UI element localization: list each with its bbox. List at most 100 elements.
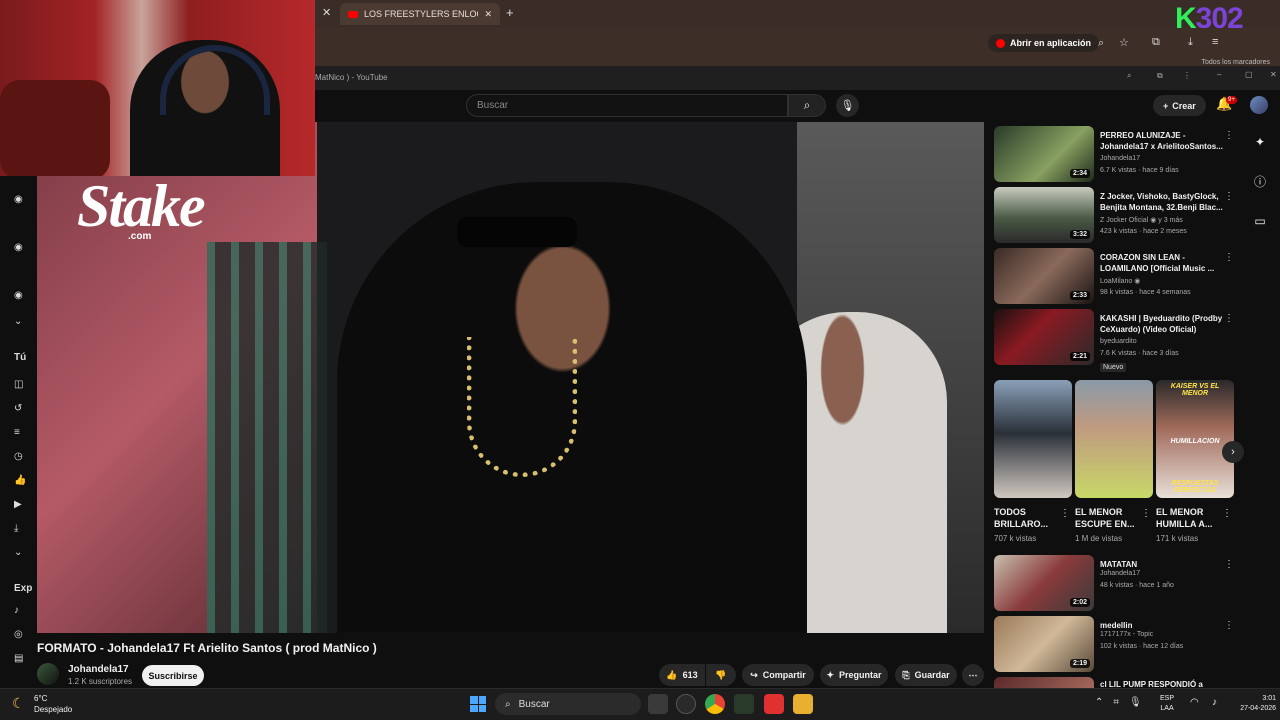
short-thumbnail[interactable]: [994, 380, 1072, 498]
short-item[interactable]: KAISER VS EL MENOR HUMILLACION RESPUESTA…: [1156, 380, 1234, 543]
video-title[interactable]: PERREO ALUNIZAJE - Johandela17 x Arielit…: [1100, 130, 1224, 152]
more-icon[interactable]: ⋮: [1222, 508, 1232, 519]
windows-start-icon[interactable]: [470, 696, 486, 712]
video-thumbnail[interactable]: 2:34: [994, 126, 1094, 182]
chevron-down-icon[interactable]: ⌄: [14, 547, 22, 558]
save-button[interactable]: ⎘ Guardar: [895, 664, 957, 686]
minimize-icon[interactable]: –: [1217, 70, 1221, 79]
youtube-icon[interactable]: [764, 694, 784, 714]
short-item[interactable]: EL MENOR ESCUPE EN... 1 M de vistas ⋮: [1075, 380, 1153, 543]
avatar[interactable]: [1250, 96, 1268, 114]
more-icon[interactable]: ⋮: [1060, 508, 1070, 519]
list-item[interactable]: 2:02 MATATAN Johandela17 48 k vistas · h…: [994, 555, 1240, 613]
downloads-icon[interactable]: ⤓: [14, 523, 18, 534]
weather-description[interactable]: Despejado: [34, 705, 72, 714]
all-bookmarks-label[interactable]: Todos los marcadores: [1202, 59, 1270, 66]
more-icon[interactable]: ⋮: [1141, 508, 1151, 519]
list-item[interactable]: 2:33 CORAZON SIN LEAN - LOAMILANO [Offic…: [994, 248, 1240, 306]
chevron-right-icon[interactable]: ›: [1222, 441, 1244, 463]
channel-name[interactable]: LoaMilano ◉: [1100, 277, 1140, 285]
voice-search-button[interactable]: 🎙: [836, 94, 859, 117]
wifi-icon[interactable]: ◠: [1190, 697, 1199, 708]
weather-temperature[interactable]: 6°C: [34, 694, 47, 703]
search-button[interactable]: ⌕: [788, 94, 826, 117]
more-icon[interactable]: ⋮: [1224, 559, 1234, 570]
short-thumbnail[interactable]: [1075, 380, 1153, 498]
sparkle-icon[interactable]: ✦: [1250, 135, 1270, 149]
mic-icon[interactable]: 🎙: [1129, 697, 1142, 708]
video-title[interactable]: MATATAN: [1100, 559, 1224, 570]
sidebar-avatar[interactable]: ◉: [14, 242, 23, 253]
watch-later-icon[interactable]: ◷: [14, 451, 23, 462]
create-button[interactable]: + Crear: [1153, 95, 1206, 116]
zoom-icon[interactable]: ⌕: [1098, 37, 1104, 50]
gaming-icon[interactable]: ◎: [14, 629, 23, 640]
channel-name[interactable]: byeduardito: [1100, 338, 1137, 345]
profile-icon[interactable]: ◫: [14, 379, 23, 390]
list-item[interactable]: cl LIL PUMP RESPONDIÓ a: [994, 677, 1240, 688]
maximize-icon[interactable]: ▢: [1245, 70, 1253, 79]
ask-button[interactable]: ✦ Preguntar: [820, 664, 888, 686]
channel-name[interactable]: Johandela17: [68, 664, 129, 675]
task-view-icon[interactable]: [648, 694, 668, 714]
folder-icon[interactable]: [793, 694, 813, 714]
star-icon[interactable]: ☆: [1119, 36, 1129, 49]
short-title[interactable]: TODOS BRILLARO...: [994, 506, 1058, 530]
video-title[interactable]: cl LIL PUMP RESPONDIÓ a: [1100, 679, 1224, 688]
language-indicator[interactable]: ESP LAA: [1160, 694, 1174, 714]
more-icon[interactable]: ⋮: [1224, 620, 1234, 631]
list-item[interactable]: 2:34 PERREO ALUNIZAJE - Johandela17 x Ar…: [994, 126, 1240, 184]
video-title[interactable]: CORAZON SIN LEAN - LOAMILANO [Official M…: [1100, 252, 1224, 274]
close-icon[interactable]: ✕: [484, 9, 492, 20]
channel-avatar[interactable]: [37, 663, 59, 685]
share-button[interactable]: ↪ Compartir: [742, 664, 814, 686]
more-icon[interactable]: ⋮: [1224, 191, 1234, 202]
video-title[interactable]: Z Jocker, Vishoko, BastyGlock, Benjita M…: [1100, 191, 1224, 213]
video-thumbnail[interactable]: 3:32: [994, 187, 1094, 243]
search-input[interactable]: Buscar: [466, 94, 788, 117]
close-icon[interactable]: ✕: [1270, 70, 1277, 79]
channel-name[interactable]: Z Jocker Oficial ◉ y 3 más: [1100, 216, 1183, 224]
video-title[interactable]: KAKASHI | Byeduardito (Prodby CeXuardo) …: [1100, 313, 1224, 335]
more-icon[interactable]: ⋮: [1224, 252, 1234, 263]
more-icon[interactable]: ⋮: [1183, 71, 1191, 80]
info-icon[interactable]: ⓘ: [1250, 173, 1270, 190]
history-icon[interactable]: ↺: [14, 403, 22, 414]
zoom-icon[interactable]: ⌕: [1127, 71, 1131, 81]
like-button[interactable]: 👍 613: [659, 664, 705, 686]
music-icon[interactable]: ♪: [14, 605, 19, 616]
chevron-up-icon[interactable]: ⌃: [1095, 697, 1103, 708]
app-icon[interactable]: [734, 694, 754, 714]
sidebar-avatar[interactable]: ◉: [14, 194, 23, 205]
chevron-down-icon[interactable]: ⌄: [14, 316, 22, 327]
video-title[interactable]: medellin: [1100, 620, 1224, 631]
new-tab-button[interactable]: +: [506, 5, 514, 20]
list-item[interactable]: 2:21 KAKASHI | Byeduardito (Prodby CeXua…: [994, 309, 1240, 372]
browser-tab[interactable]: LOS FREESTYLERS ENLOQUECI ✕: [340, 3, 500, 25]
video-thumbnail[interactable]: [994, 677, 1094, 688]
channel-name[interactable]: 1717177x - Topic: [1100, 631, 1153, 638]
list-item[interactable]: 2:19 medellin 1717177x - Topic 102 k vis…: [994, 616, 1240, 674]
chrome-icon[interactable]: [705, 694, 725, 714]
video-thumbnail[interactable]: 2:21: [994, 309, 1094, 365]
more-icon[interactable]: ⋮: [1224, 313, 1234, 324]
github-icon[interactable]: [676, 694, 696, 714]
extensions-icon[interactable]: ⧉: [1152, 36, 1160, 49]
video-thumbnail[interactable]: 2:19: [994, 616, 1094, 672]
channel-name[interactable]: Johandela17: [1100, 155, 1140, 162]
clock[interactable]: 3:01 27-04-2026: [1240, 694, 1276, 714]
volume-icon[interactable]: ♪: [1212, 697, 1217, 708]
download-icon[interactable]: ⤓: [1188, 36, 1193, 49]
sidebar-section-explore[interactable]: Exp: [14, 583, 32, 594]
list-item[interactable]: 3:32 Z Jocker, Vishoko, BastyGlock, Benj…: [994, 187, 1240, 245]
playlist-icon[interactable]: ≡: [14, 427, 20, 438]
close-icon[interactable]: ✕: [322, 6, 331, 19]
liked-icon[interactable]: 👍: [14, 475, 26, 486]
open-in-app-button[interactable]: Abrir en aplicación: [988, 34, 1100, 52]
subscribe-button[interactable]: Suscribirse: [142, 665, 204, 686]
short-title[interactable]: EL MENOR HUMILLA A...: [1156, 506, 1220, 530]
taskbar-search[interactable]: ⌕ Buscar: [495, 693, 641, 715]
network-icon[interactable]: ⌗: [1113, 697, 1119, 708]
channel-name[interactable]: Johandela17: [1100, 570, 1140, 577]
short-title[interactable]: EL MENOR ESCUPE EN...: [1075, 506, 1139, 530]
